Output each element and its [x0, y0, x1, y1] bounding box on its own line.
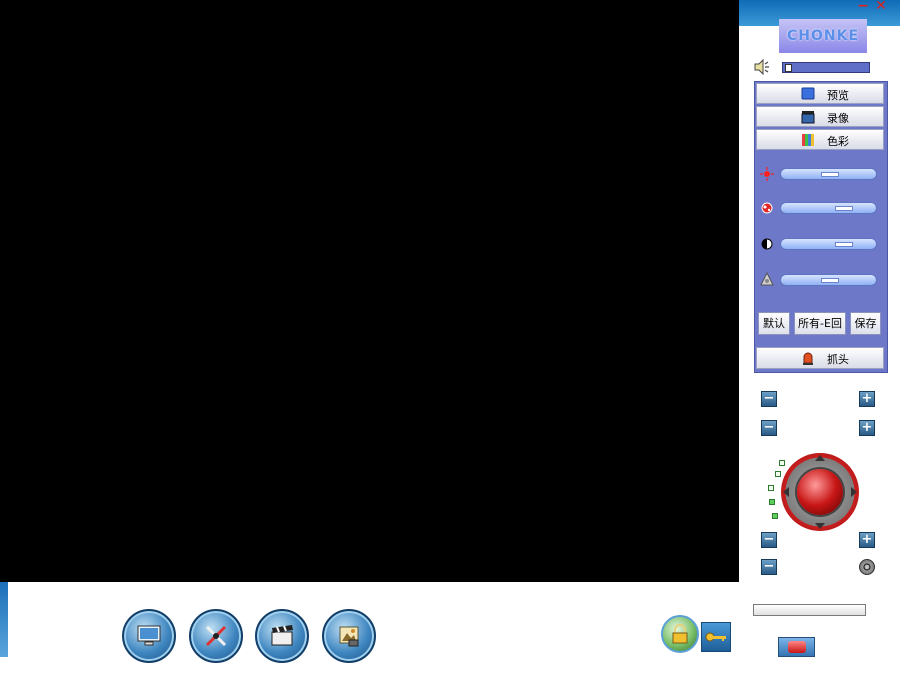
restore-all-button[interactable]: 所有-E回: [794, 312, 846, 335]
speed-led: [768, 485, 774, 491]
volume-slider[interactable]: [782, 62, 870, 73]
tab-label: 色彩: [827, 135, 849, 148]
brightness-slider[interactable]: [780, 168, 877, 180]
slider-thumb[interactable]: [821, 278, 839, 283]
monitor-icon: [137, 625, 161, 646]
clapper-icon: [271, 625, 293, 646]
color-bars-icon: [802, 134, 814, 146]
zoom-plus-button[interactable]: +: [859, 391, 875, 407]
hue-slider[interactable]: [780, 274, 877, 286]
key-icon: [705, 632, 726, 642]
speed-led: [769, 499, 775, 505]
power-button[interactable]: [778, 637, 815, 657]
ptz-arrows-icon: [783, 455, 857, 529]
capture-label: 抓头: [827, 353, 849, 366]
video-display: [0, 0, 739, 582]
record-button[interactable]: [255, 609, 309, 663]
monitor-button[interactable]: [122, 609, 176, 663]
focus-plus-button[interactable]: +: [859, 420, 875, 436]
lock-button[interactable]: [661, 615, 699, 653]
snapshot-button[interactable]: [322, 609, 376, 663]
monitor-icon: [801, 87, 815, 100]
reset-knob-button[interactable]: [859, 559, 875, 575]
brand-logo: CHONKE: [779, 19, 867, 53]
film-icon: [801, 111, 815, 124]
power-icon: [788, 641, 806, 653]
alarm-icon: [803, 352, 813, 365]
default-button[interactable]: 默认: [758, 312, 790, 335]
save-button[interactable]: 保存: [850, 312, 881, 335]
refresh-icon: [863, 563, 871, 571]
volume-slider-thumb[interactable]: [785, 64, 792, 72]
lock-icon: [672, 624, 688, 644]
iris-minus-button[interactable]: −: [761, 532, 777, 548]
brightness-icon: [760, 167, 774, 181]
speed-led: [772, 513, 778, 519]
tab-label: 预览: [827, 89, 849, 102]
tools-icon: [205, 625, 227, 647]
tab-preview[interactable]: 预览: [756, 83, 884, 104]
zoom-minus-button[interactable]: −: [761, 391, 777, 407]
photo-icon: [339, 626, 359, 647]
speed-minus-button[interactable]: −: [761, 559, 777, 575]
focus-minus-button[interactable]: −: [761, 420, 777, 436]
capture-button[interactable]: 抓头: [756, 347, 884, 369]
hue-icon: [760, 271, 774, 286]
iris-plus-button[interactable]: +: [859, 532, 875, 548]
status-field: [753, 604, 866, 616]
saturation-slider[interactable]: [780, 202, 877, 214]
slider-thumb[interactable]: [835, 206, 853, 211]
saturation-icon: [760, 201, 774, 215]
tab-label: 录像: [827, 112, 849, 125]
speaker-icon[interactable]: [753, 58, 771, 76]
minimize-button[interactable]: −: [855, 0, 871, 13]
tab-color[interactable]: 色彩: [756, 129, 884, 150]
slider-thumb[interactable]: [821, 172, 839, 177]
tab-record[interactable]: 录像: [756, 106, 884, 127]
contrast-slider[interactable]: [780, 238, 877, 250]
close-button[interactable]: ✕: [873, 0, 889, 13]
tools-button[interactable]: [189, 609, 243, 663]
contrast-icon: [760, 237, 774, 251]
slider-thumb[interactable]: [835, 242, 853, 247]
bottom-accent-strip: [0, 582, 8, 657]
key-button[interactable]: [701, 622, 731, 652]
